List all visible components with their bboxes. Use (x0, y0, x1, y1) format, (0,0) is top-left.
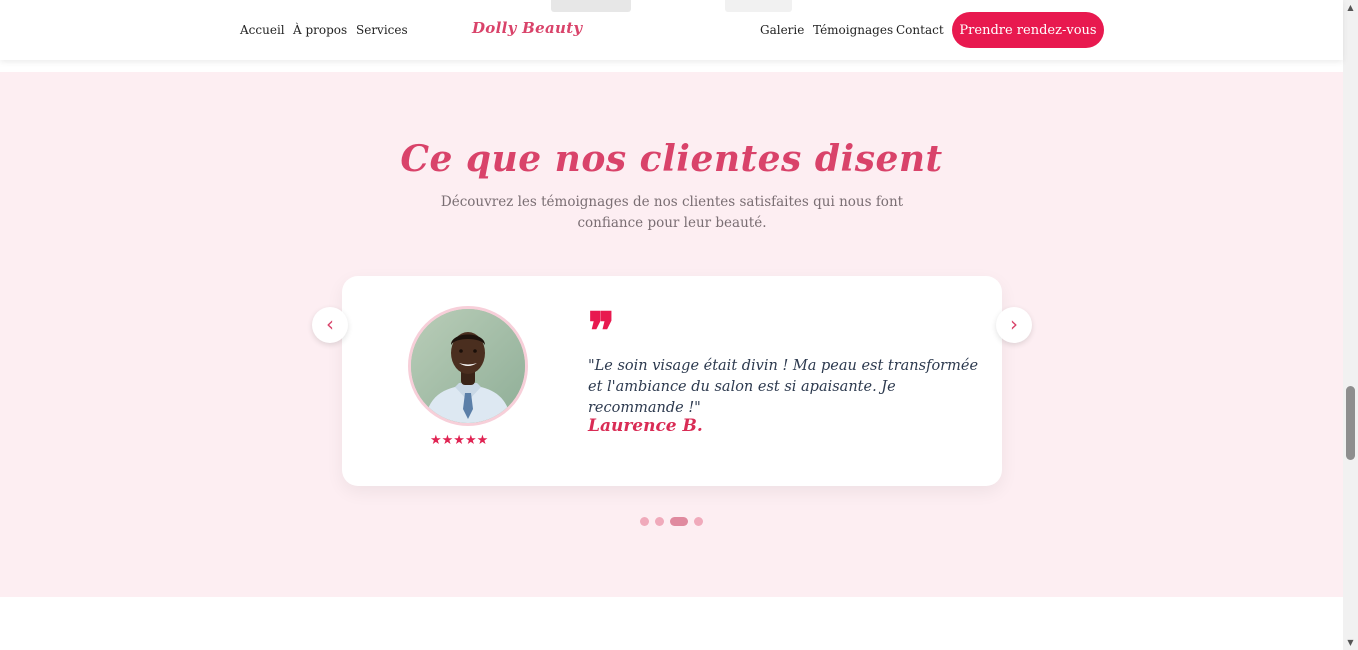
quote-icon: ❞ (588, 306, 615, 346)
carousel-dots (640, 516, 703, 526)
book-appointment-button[interactable]: Prendre rendez-vous (952, 12, 1104, 48)
site-header: Accueil À propos Services Dolly Beauty G… (0, 0, 1343, 60)
site-logo[interactable]: Dolly Beauty (472, 19, 582, 37)
nav-link-services[interactable]: Services (356, 23, 408, 37)
nav-link-temoignages[interactable]: Témoignages (813, 23, 893, 37)
overlay-tab (551, 0, 631, 12)
testimonial-quote: "Le soin visage était divin ! Ma peau es… (588, 358, 979, 416)
page-scrollbar[interactable]: ▲ ▼ (1343, 0, 1358, 650)
carousel-dot[interactable] (694, 516, 703, 526)
carousel-dot[interactable] (655, 516, 664, 526)
carousel-dot[interactable] (640, 516, 649, 526)
nav-link-accueil[interactable]: Accueil (240, 23, 285, 37)
rating-stars: ★★★★★ (430, 433, 489, 448)
chevron-right-icon[interactable]: › (996, 307, 1032, 343)
client-portrait-image (411, 309, 525, 423)
section-title: Ce que nos clientes disent (400, 138, 943, 180)
client-avatar (408, 306, 528, 426)
scroll-up-icon[interactable]: ▲ (1343, 0, 1358, 15)
testimonial-author: Laurence B. (588, 416, 703, 436)
testimonial-card: ★★★★★ ❞ "Le soin visage était divin ! Ma… (342, 276, 1002, 486)
nav-link-a-propos[interactable]: À propos (293, 23, 347, 37)
section-subtitle: Découvrez les témoignages de nos cliente… (440, 194, 904, 231)
nav-link-galerie[interactable]: Galerie (760, 23, 804, 37)
scroll-down-icon[interactable]: ▼ (1343, 635, 1358, 650)
chevron-left-icon[interactable]: ‹ (312, 307, 348, 343)
scrollbar-thumb[interactable] (1346, 386, 1355, 460)
testimonials-section: Ce que nos clientes disent Découvrez les… (0, 72, 1343, 597)
carousel-dot-active[interactable] (670, 516, 688, 526)
overlay-tab (725, 0, 792, 12)
nav-link-contact[interactable]: Contact (896, 23, 944, 37)
